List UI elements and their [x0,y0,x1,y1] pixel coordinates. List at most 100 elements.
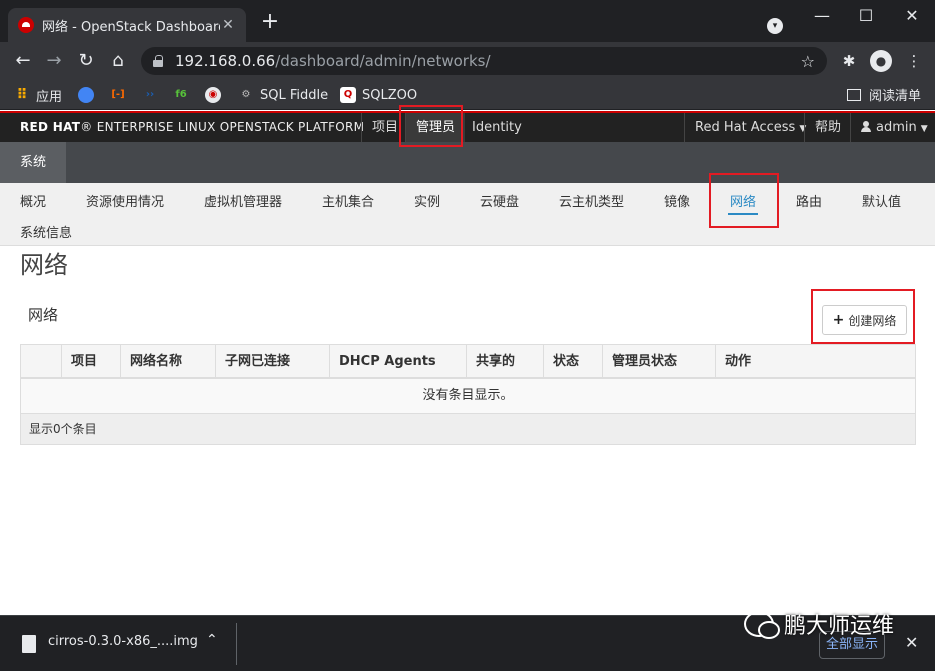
redhat-favicon-icon [18,17,34,33]
close-icon[interactable]: ✕ [905,633,918,652]
secnav-routers[interactable]: 路由 [796,191,822,210]
nav-project[interactable]: 项目 [361,113,408,142]
wechat-watermark: 鹏大师运维 [744,608,894,640]
bookmark-3[interactable]: ›› [142,85,164,105]
openstack-header: RED HAT® ENTERPRISE LINUX OPENSTACK PLAT… [0,111,935,142]
bookmark-site-icon [78,87,94,103]
panel-group-system[interactable]: 系统 [0,142,66,183]
file-icon [22,635,36,653]
new-tab-button[interactable]: + [258,10,282,34]
tab-close-icon[interactable]: ✕ [220,17,236,33]
nav-redhat-access[interactable]: Red Hat Access ▼ [684,113,816,142]
brand-bold: RED HAT [20,120,81,134]
bookmark-sql-fiddle[interactable]: ⚙ SQL Fiddle [238,85,329,105]
reading-list-button[interactable]: 阅读清单 [846,85,921,104]
secnav-defaults[interactable]: 默认值 [862,191,901,210]
extensions-puzzle-icon[interactable]: ✱ [838,50,860,72]
tab-search-icon[interactable]: ▾ [767,18,783,34]
divider [236,623,237,665]
reading-list-icon [846,88,861,101]
bookmark-1[interactable] [78,85,100,105]
bookmark-apps[interactable]: ⠿ 应用 [14,85,62,105]
window-close-icon[interactable]: ✕ [902,6,922,25]
nav-help[interactable]: 帮助 [804,113,851,142]
secnav-hypervisors[interactable]: 虚拟机管理器 [204,191,282,210]
username: admin [876,120,917,135]
secnav-host-aggregates[interactable]: 主机集合 [322,191,374,210]
apps-grid-icon: ⠿ [16,87,28,103]
maximize-icon[interactable]: ☐ [856,6,876,25]
url-host: 192.168.0.66 [175,52,276,70]
bookmark-4[interactable]: f6 [173,85,195,105]
col-admin-state[interactable]: 管理员状态 [602,345,677,378]
create-network-label: 创建网络 [848,313,897,328]
nav-identity[interactable]: Identity [461,113,532,142]
panel-group-bar: 系统 [0,142,935,183]
secnav-resource-usage[interactable]: 资源使用情况 [86,191,164,210]
browser-menu-icon[interactable]: ⋮ [903,50,925,72]
bookmark-2[interactable]: [-] [110,85,132,105]
bookmark-label: 应用 [36,89,63,105]
user-icon [861,121,871,132]
reading-list-label: 阅读清单 [868,89,921,104]
col-network-name[interactable]: 网络名称 [120,345,182,378]
table-header: 项目 网络名称 子网已连接 DHCP Agents 共享的 状态 管理员状态 动… [20,344,916,379]
col-actions: 动作 [715,345,915,378]
browser-tab-bar: 网络 - OpenStack Dashboard ✕ + ▾ — ☐ ✕ [0,0,935,42]
select-all-checkbox-column[interactable] [21,345,61,378]
empty-row: 没有条目显示。 [20,379,916,414]
sqlzoo-logo-icon: Q [340,87,356,103]
redhat-access-label: Red Hat Access [695,120,796,135]
bookmark-star-icon[interactable]: ☆ [801,52,815,71]
create-network-button[interactable]: + 创建网络 [822,305,907,335]
lock-icon[interactable] [153,55,163,67]
bookmark-label: SQLZOO [362,87,418,103]
gear-icon: ⚙ [241,89,251,100]
networks-table: 项目 网络名称 子网已连接 DHCP Agents 共享的 状态 管理员状态 动… [20,344,916,445]
wechat-icon [744,611,780,639]
secondary-nav: 概况 资源使用情况 虚拟机管理器 主机集合 实例 云硬盘 云主机类型 镜像 网络… [0,183,935,246]
back-arrow-icon[interactable]: ← [10,48,36,74]
f6-logo-icon: f6 [175,89,187,100]
bracket-code-icon: [-] [111,89,125,100]
url-path: /dashboard/admin/networks/ [275,52,491,70]
chevron-down-icon: ▼ [920,124,928,134]
nav-admin[interactable]: 管理员 [405,113,466,142]
col-dhcp-agents[interactable]: DHCP Agents [329,345,436,378]
bookmarks-bar: ⠿ 应用 [-] ›› f6 ◉ ⚙ SQL Fiddle Q SQLZOO 阅… [0,80,935,110]
col-shared[interactable]: 共享的 [466,345,515,378]
col-status[interactable]: 状态 [543,345,579,378]
secnav-images[interactable]: 镜像 [664,191,690,210]
brand-rest: ENTERPRISE LINUX OPENSTACK PLATFORM [96,120,365,134]
watermark-text: 鹏大师运维 [784,614,895,639]
chevron-up-icon[interactable]: ⌃ [206,632,218,648]
secnav-networks[interactable]: 网络 [730,191,756,210]
brand-logo[interactable]: RED HAT® ENTERPRISE LINUX OPENSTACK PLAT… [20,120,364,134]
table-footer: 显示0个条目 [20,414,916,445]
profile-avatar-icon[interactable]: ● [870,50,892,72]
col-project[interactable]: 项目 [61,345,97,378]
reload-icon[interactable]: ↻ [73,48,99,74]
col-subnets[interactable]: 子网已连接 [215,345,290,378]
bookmark-5[interactable]: ◉ [205,85,227,105]
bookmark-label: SQL Fiddle [260,87,329,103]
download-file-name[interactable]: cirros-0.3.0-x86_....img [48,634,198,649]
active-tab-underline [728,213,758,215]
page-title: 网络 [20,251,68,279]
home-icon[interactable]: ⌂ [105,48,131,74]
plus-icon: + [832,312,845,328]
forward-arrow-icon[interactable]: → [41,48,67,74]
secnav-volumes[interactable]: 云硬盘 [480,191,519,210]
secnav-system-info[interactable]: 系统信息 [20,222,72,241]
bookmark-sqlzoo[interactable]: Q SQLZOO [340,85,417,105]
arrow-logo-icon: ›› [145,89,155,100]
secnav-flavors[interactable]: 云主机类型 [559,191,624,210]
secnav-overview[interactable]: 概况 [20,191,46,210]
minimize-icon[interactable]: — [812,6,832,25]
table-title: 网络 [28,306,59,324]
secnav-instances[interactable]: 实例 [414,191,440,210]
browser-tab[interactable]: 网络 - OpenStack Dashboard ✕ [8,8,246,42]
address-bar[interactable]: 192.168.0.66/dashboard/admin/networks/ ☆ [141,47,827,75]
browser-toolbar: ← → ↻ ⌂ 192.168.0.66/dashboard/admin/net… [0,42,935,80]
nav-user-menu[interactable]: admin ▼ [850,113,935,142]
